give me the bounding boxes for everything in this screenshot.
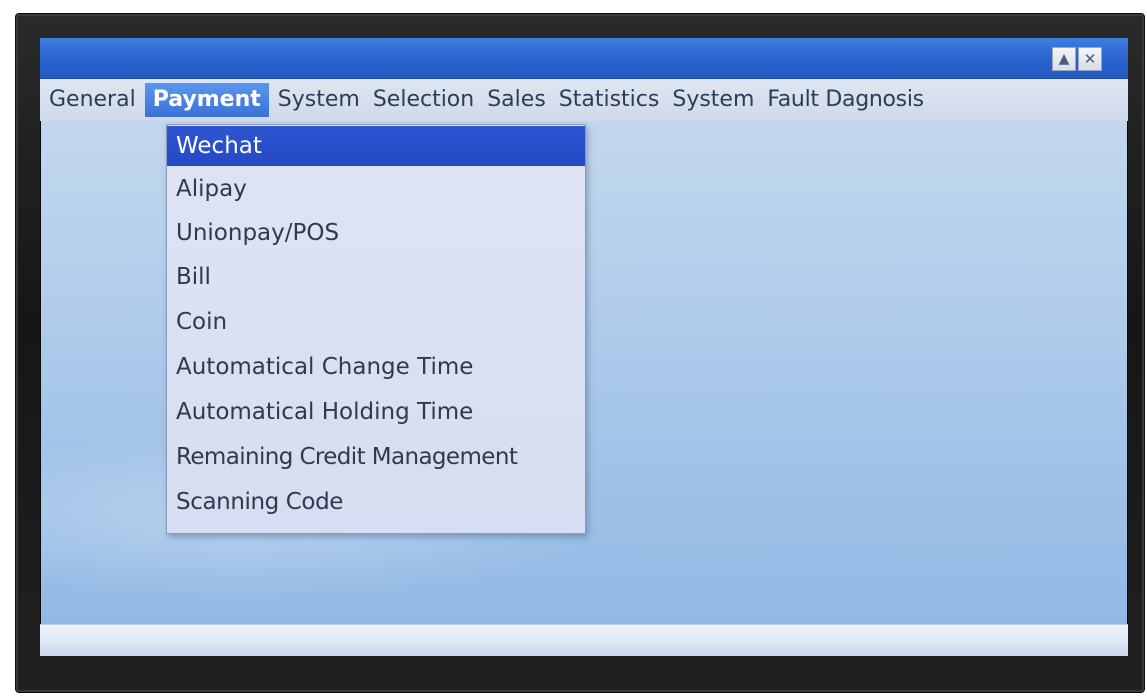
- menu-selection[interactable]: Selection: [369, 83, 478, 117]
- status-bar: [40, 624, 1128, 656]
- menu-statistics[interactable]: Statistics: [555, 83, 664, 117]
- monitor-bezel: ▲ ✕ General Payment System Selection Sal…: [16, 14, 1144, 692]
- menu-option-automatical-holding-time[interactable]: Automatical Holding Time: [167, 392, 585, 432]
- title-bar: ▲ ✕: [40, 38, 1128, 79]
- menu-option-bill[interactable]: Bill: [167, 257, 585, 297]
- menu-option-coin[interactable]: Coin: [167, 302, 585, 342]
- close-button[interactable]: ✕: [1078, 47, 1102, 71]
- menu-sales[interactable]: Sales: [483, 83, 550, 117]
- menu-option-alipay[interactable]: Alipay: [167, 169, 585, 209]
- scroll-up-button[interactable]: ▲: [1052, 47, 1076, 71]
- close-icon: ✕: [1083, 50, 1097, 68]
- screen: ▲ ✕ General Payment System Selection Sal…: [40, 38, 1128, 656]
- menu-option-scanning-code[interactable]: Scanning Code: [167, 482, 585, 522]
- menu-fault-diagnosis[interactable]: Fault Dagnosis: [763, 83, 927, 117]
- triangle-up-icon: ▲: [1058, 51, 1070, 67]
- menu-system[interactable]: System: [274, 83, 364, 117]
- menu-payment[interactable]: Payment: [144, 83, 269, 117]
- menu-bar: General Payment System Selection Sales S…: [40, 79, 1128, 121]
- menu-option-remaining-credit-management[interactable]: Remaining Credit Management: [167, 437, 585, 477]
- menu-general[interactable]: General: [45, 83, 140, 117]
- menu-option-automatical-change-time[interactable]: Automatical Change Time: [167, 347, 585, 387]
- payment-dropdown-menu: Wechat Alipay Unionpay/POS Bill Coin Aut…: [166, 124, 586, 534]
- menu-option-unionpay-pos[interactable]: Unionpay/POS: [167, 213, 585, 253]
- menu-system-2[interactable]: System: [668, 83, 758, 117]
- menu-option-wechat[interactable]: Wechat: [167, 126, 585, 166]
